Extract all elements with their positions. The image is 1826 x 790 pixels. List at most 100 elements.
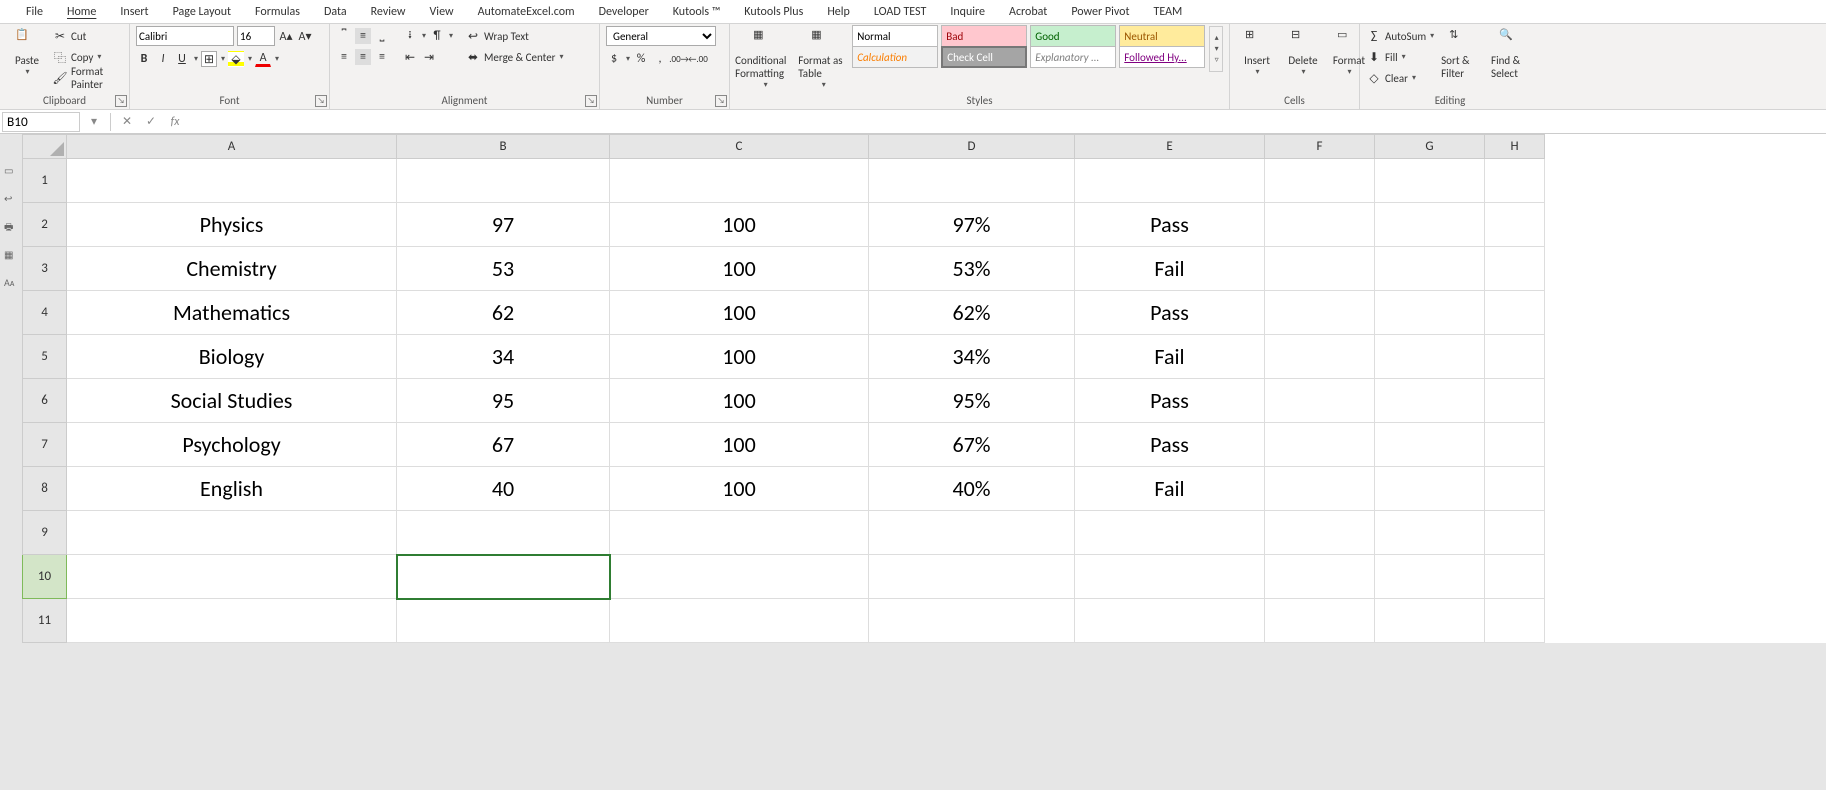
cell[interactable]: Chemistry <box>67 247 397 291</box>
style-gallery-expand[interactable]: ▿ <box>1215 55 1219 65</box>
tab-inquire[interactable]: Inquire <box>938 1 997 23</box>
formula-input[interactable] <box>187 112 1826 132</box>
cell[interactable] <box>397 599 610 643</box>
tab-load-test[interactable]: LOAD TEST <box>862 1 939 23</box>
decrease-font-icon[interactable]: A▾ <box>297 28 313 44</box>
cell[interactable] <box>1375 335 1485 379</box>
row-header[interactable]: 6 <box>23 379 67 423</box>
tab-insert[interactable]: Insert <box>108 1 160 23</box>
comma-icon[interactable]: , <box>652 51 668 67</box>
col-header[interactable]: F <box>1265 135 1375 159</box>
increase-font-icon[interactable]: A▴ <box>278 28 294 44</box>
cell[interactable]: 97 <box>397 203 610 247</box>
cell[interactable] <box>1375 511 1485 555</box>
row-header[interactable]: 1 <box>23 159 67 203</box>
cell[interactable]: 95% <box>869 379 1075 423</box>
cell[interactable] <box>1375 467 1485 511</box>
row-header[interactable]: 11 <box>23 599 67 643</box>
shortcut-icon[interactable]: ▭ <box>4 164 18 178</box>
decrease-indent-icon[interactable]: ⇤ <box>402 49 418 65</box>
cell[interactable] <box>67 555 397 599</box>
cell[interactable]: 100 <box>610 335 869 379</box>
shortcut-icon[interactable]: ▦ <box>4 248 18 262</box>
tab-help[interactable]: Help <box>815 1 862 23</box>
cell[interactable] <box>869 511 1075 555</box>
cell[interactable]: Pass <box>1075 291 1265 335</box>
merge-center-button[interactable]: ⬌Merge & Center▾ <box>465 47 564 67</box>
increase-indent-icon[interactable]: ⇥ <box>421 49 437 65</box>
cell[interactable]: 100 <box>610 423 869 467</box>
autosum-button[interactable]: ∑AutoSum▾ <box>1366 26 1434 46</box>
cell[interactable] <box>1375 247 1485 291</box>
cell[interactable] <box>1485 159 1545 203</box>
cell[interactable]: English <box>67 467 397 511</box>
fill-button[interactable]: ⬇Fill▾ <box>1366 47 1434 67</box>
align-right-icon[interactable]: ≡ <box>374 49 390 65</box>
borders-button[interactable]: ⊞ <box>201 51 217 67</box>
align-center-icon[interactable]: ≡ <box>355 49 371 65</box>
col-header[interactable]: H <box>1485 135 1545 159</box>
cell[interactable] <box>1485 423 1545 467</box>
cell[interactable]: 62 <box>397 291 610 335</box>
cell[interactable]: Total Obtained Marks <box>67 511 397 555</box>
cell[interactable] <box>1265 247 1375 291</box>
cell[interactable] <box>1075 599 1265 643</box>
cell[interactable]: Psychology <box>67 423 397 467</box>
cell[interactable]: Pass <box>1075 379 1265 423</box>
align-bottom-icon[interactable]: ⎵ <box>374 28 390 44</box>
cell[interactable]: 100 <box>610 291 869 335</box>
row-header[interactable]: 2 <box>23 203 67 247</box>
cell[interactable] <box>1265 203 1375 247</box>
tab-developer[interactable]: Developer <box>587 1 661 23</box>
tab-review[interactable]: Review <box>359 1 418 23</box>
cell[interactable] <box>1485 335 1545 379</box>
font-color-button[interactable]: A <box>255 51 271 67</box>
tab-data[interactable]: Data <box>312 1 359 23</box>
format-painter-button[interactable]: 🖌Format Painter <box>52 68 123 88</box>
cell[interactable] <box>1265 555 1375 599</box>
style-calculation[interactable]: Calculation <box>852 46 938 68</box>
col-header[interactable]: E <box>1075 135 1265 159</box>
cell[interactable]: 100 <box>610 467 869 511</box>
style-followed-hyperlink[interactable]: Followed Hy... <box>1119 46 1205 68</box>
name-box-dropdown[interactable]: ▾ <box>82 114 106 129</box>
clipboard-launcher[interactable]: ↘ <box>115 95 127 107</box>
cell[interactable] <box>1375 291 1485 335</box>
sort-filter-button[interactable]: ⇅Sort & Filter <box>1438 26 1484 82</box>
tab-kutools-[interactable]: Kutools ™ <box>661 1 733 23</box>
tab-acrobat[interactable]: Acrobat <box>997 1 1059 23</box>
spreadsheet-grid[interactable]: A B C D E F G H 1 Subject Marks obtained… <box>22 134 1545 643</box>
find-select-button[interactable]: 🔍Find & Select <box>1488 26 1534 82</box>
tab-team[interactable]: TEAM <box>1142 1 1195 23</box>
conditional-formatting-button[interactable]: ▦Conditional Formatting▾ <box>736 26 794 92</box>
cell[interactable] <box>1265 291 1375 335</box>
insert-cells-button[interactable]: ⊞Insert▾ <box>1236 26 1278 79</box>
bold-button[interactable]: B <box>136 51 152 67</box>
cell[interactable]: 97% <box>869 203 1075 247</box>
cell[interactable] <box>397 511 610 555</box>
cell[interactable]: 40 <box>397 467 610 511</box>
cell[interactable] <box>1375 379 1485 423</box>
cell[interactable] <box>1075 555 1265 599</box>
cell[interactable]: Social Studies <box>67 379 397 423</box>
cell[interactable]: Fail <box>1075 467 1265 511</box>
cell[interactable]: Result <box>1075 159 1265 203</box>
col-header[interactable]: A <box>67 135 397 159</box>
style-bad[interactable]: Bad <box>941 25 1027 47</box>
cell[interactable] <box>1375 203 1485 247</box>
col-header[interactable]: B <box>397 135 610 159</box>
decrease-decimal-icon[interactable]: ←.00 <box>690 51 706 67</box>
cell[interactable] <box>610 599 869 643</box>
alignment-launcher[interactable]: ↘ <box>585 95 597 107</box>
paste-button[interactable]: 📋 Paste ▾ <box>6 26 48 79</box>
style-good[interactable]: Good <box>1030 25 1116 47</box>
cell[interactable] <box>869 599 1075 643</box>
row-header[interactable]: 3 <box>23 247 67 291</box>
font-name-input[interactable] <box>136 26 234 46</box>
row-header[interactable]: 9 <box>23 511 67 555</box>
format-as-table-button[interactable]: ▦Format as Table▾ <box>798 26 848 92</box>
cancel-formula-button[interactable]: ✕ <box>115 114 139 129</box>
cell[interactable] <box>1265 159 1375 203</box>
cell[interactable] <box>869 555 1075 599</box>
cell[interactable] <box>610 511 869 555</box>
